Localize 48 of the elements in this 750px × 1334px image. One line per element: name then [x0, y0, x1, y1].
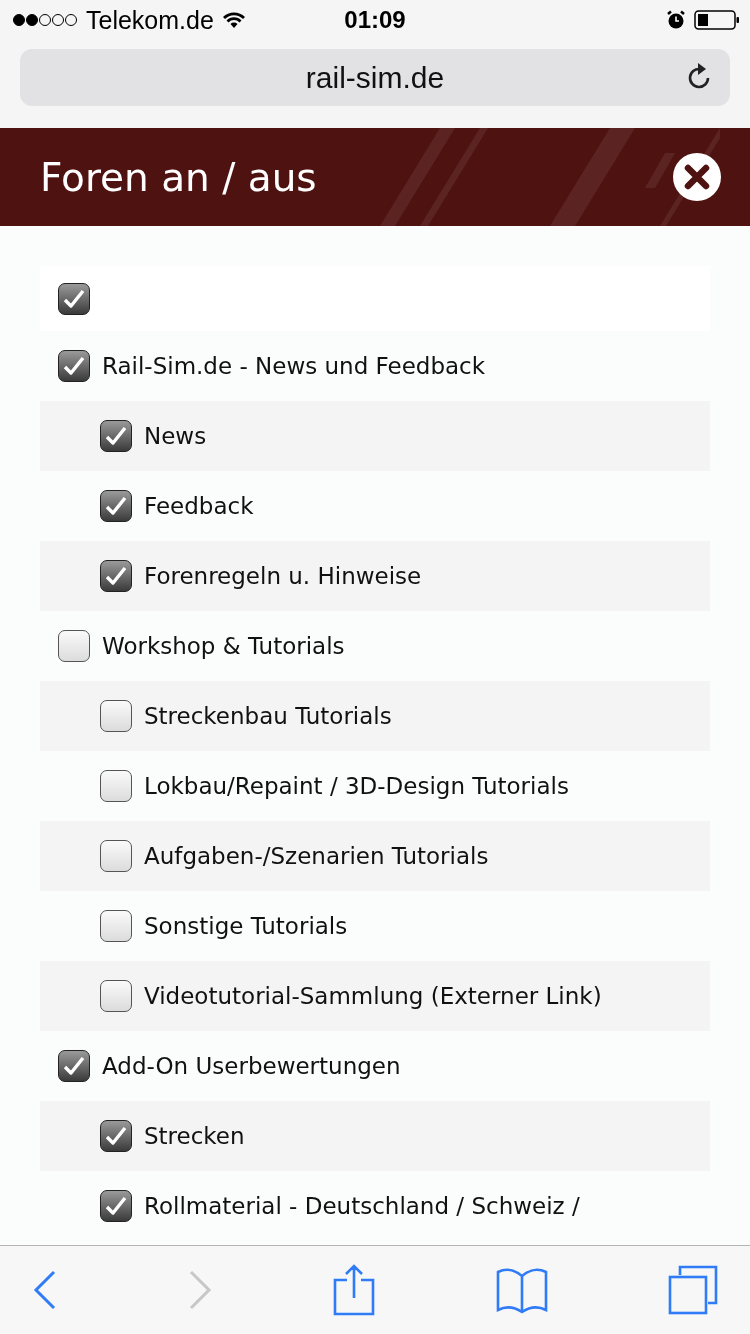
checkbox[interactable] — [58, 282, 90, 315]
forum-label: Strecken — [144, 1123, 245, 1149]
checkbox[interactable] — [100, 420, 132, 452]
forum-label: Workshop & Tutorials — [102, 633, 345, 659]
checkmark-icon — [104, 495, 128, 517]
forum-label: Add-On Userbewertungen — [102, 1053, 401, 1079]
carrier-name: Telekom.de — [86, 5, 214, 35]
forum-label: Rail-Sim.de - News und Feedback — [102, 353, 486, 379]
forum-label: Forenregeln u. Hinweise — [144, 563, 422, 589]
url-text: rail-sim.de — [305, 60, 445, 95]
forum-label: News — [144, 423, 207, 449]
forum-label: Sonstige Tutorials — [144, 913, 348, 939]
checkbox[interactable] — [58, 630, 90, 662]
checkbox[interactable] — [100, 560, 132, 592]
checkbox[interactable] — [100, 1120, 132, 1152]
forum-label: Videotutorial-Sammlung (Externer Link) — [144, 983, 602, 1009]
checkmark-icon — [62, 287, 86, 310]
checkmark-icon — [104, 1195, 128, 1217]
forum-label: Feedback — [144, 493, 254, 519]
tabs-icon[interactable] — [668, 1265, 718, 1315]
share-icon[interactable] — [333, 1264, 375, 1316]
checkbox[interactable] — [58, 1050, 90, 1082]
checkbox[interactable] — [58, 350, 90, 382]
checkmark-icon — [104, 425, 128, 447]
checkbox[interactable] — [100, 1190, 132, 1222]
forum-label: Streckenbau Tutorials — [144, 703, 392, 729]
battery-icon — [694, 10, 740, 30]
signal-icon — [12, 13, 78, 27]
checkbox[interactable] — [100, 770, 132, 802]
checkmark-icon — [104, 1125, 128, 1147]
checkmark-icon — [104, 565, 128, 587]
forum-label: Aufgaben-/Szenarien Tutorials — [144, 843, 489, 869]
bookmarks-icon[interactable] — [495, 1266, 548, 1314]
wifi-icon — [221, 11, 246, 29]
clock-time: 01:09 — [344, 6, 406, 34]
address-bar[interactable]: rail-sim.de — [20, 49, 730, 106]
alarm-icon — [666, 10, 686, 30]
forum-label: Lokbau/Repaint / 3D-Design Tutorials — [144, 773, 569, 799]
checkbox[interactable] — [100, 490, 132, 522]
checkmark-icon — [62, 355, 86, 377]
close-icon[interactable] — [672, 152, 722, 202]
checkbox[interactable] — [100, 700, 132, 732]
page-title: Foren an / aus — [40, 154, 317, 200]
checkbox[interactable] — [100, 840, 132, 872]
checkmark-icon — [62, 1055, 86, 1077]
forum-label: Rollmaterial - Deutschland / Schweiz / — [144, 1193, 580, 1219]
checkbox[interactable] — [100, 910, 132, 942]
checkbox[interactable] — [100, 980, 132, 1012]
